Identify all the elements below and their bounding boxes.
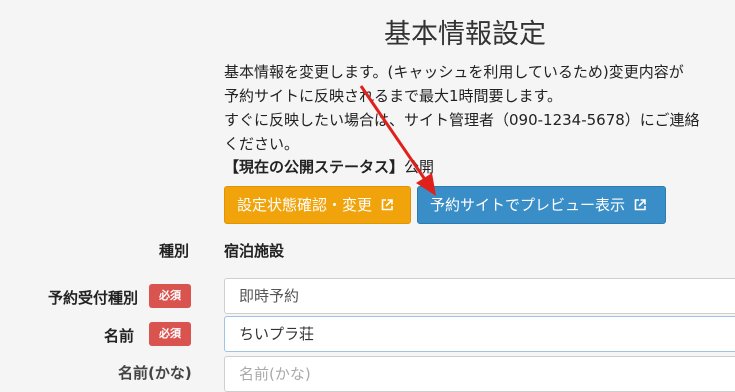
annotation-arrow-head <box>416 173 436 196</box>
annotation-arrow-line <box>359 85 428 182</box>
annotation-arrow <box>359 85 436 196</box>
